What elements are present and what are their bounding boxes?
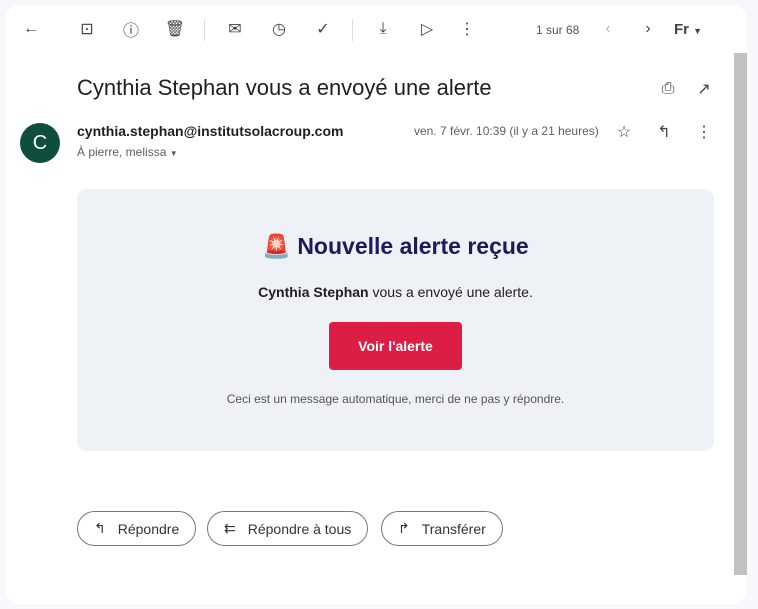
reply-all-icon: ⇇: [224, 520, 236, 536]
message-text: vous a envoyé une alerte.: [368, 284, 533, 300]
reply-all-button[interactable]: ⇇ Répondre à tous: [207, 511, 369, 546]
chevron-down-icon: ▼: [693, 26, 703, 36]
archive-icon[interactable]: ⊡: [75, 17, 99, 41]
forward-icon: ↱: [398, 520, 410, 536]
more-icon[interactable]: ⋮: [692, 120, 716, 144]
alert-title: 🚨 Nouvelle alerte reçue: [77, 233, 714, 260]
email-view: ← ⊡ ⓘ 🗑 ✉ ◷ ✓ ⤓ ▷ ⋮ 1 sur 68 ‹ › Fr ▼ Cy…: [5, 5, 747, 604]
divider: [204, 19, 205, 41]
recipients[interactable]: À pierre, melissa ▼: [77, 145, 178, 159]
alert-message: Cynthia Stephan vous a envoyé une alerte…: [77, 284, 714, 300]
recipients-text: À pierre, melissa: [77, 145, 167, 159]
email-date: ven. 7 févr. 10:39 (il y a 21 heures): [414, 124, 599, 138]
input-tool-label: Fr: [674, 21, 689, 38]
label-icon[interactable]: ▷: [415, 17, 439, 41]
mark-unread-icon[interactable]: ✉: [223, 17, 247, 41]
view-alert-button[interactable]: Voir l'alerte: [329, 322, 462, 370]
move-to-icon[interactable]: ⤓: [371, 17, 395, 41]
forward-button[interactable]: ↱ Transférer: [381, 511, 503, 546]
reply-all-label: Répondre à tous: [247, 520, 352, 537]
email-subject: Cynthia Stephan vous a envoyé une alerte: [77, 75, 492, 100]
sender-email: cynthia.stephan@institutsolacroup.com: [77, 123, 344, 139]
forward-label: Transférer: [421, 520, 486, 537]
chevron-down-icon[interactable]: ▼: [170, 149, 178, 158]
input-tools-button[interactable]: Fr ▼: [674, 21, 702, 38]
back-icon[interactable]: ←: [19, 17, 43, 41]
avatar: C: [20, 123, 60, 163]
reply-label: Répondre: [117, 520, 180, 537]
siren-icon: 🚨: [262, 233, 291, 259]
pagination: 1 sur 68: [536, 23, 580, 37]
next-icon[interactable]: ›: [636, 17, 660, 41]
delete-icon[interactable]: 🗑: [163, 17, 187, 41]
alert-card: 🚨 Nouvelle alerte reçue Cynthia Stephan …: [77, 189, 714, 451]
prev-icon[interactable]: ‹: [596, 17, 620, 41]
open-new-window-icon[interactable]: ↗: [692, 77, 716, 101]
alert-title-text: Nouvelle alerte reçue: [297, 233, 529, 259]
print-icon[interactable]: ⎙: [656, 77, 680, 101]
report-spam-icon[interactable]: ⓘ: [119, 17, 143, 41]
more-icon[interactable]: ⋮: [455, 17, 479, 41]
divider: [352, 19, 353, 41]
snooze-icon[interactable]: ◷: [267, 17, 291, 41]
reply-button[interactable]: ↰ Répondre: [77, 511, 197, 546]
sender-name: Cynthia Stephan: [258, 284, 369, 300]
reply-icon: ↰: [94, 520, 106, 536]
star-icon[interactable]: ☆: [612, 120, 636, 144]
footer-note: Ceci est un message automatique, merci d…: [226, 392, 565, 406]
scrollbar[interactable]: [734, 53, 747, 575]
reply-icon[interactable]: ↰: [652, 120, 676, 144]
add-task-icon[interactable]: ✓: [311, 17, 335, 41]
